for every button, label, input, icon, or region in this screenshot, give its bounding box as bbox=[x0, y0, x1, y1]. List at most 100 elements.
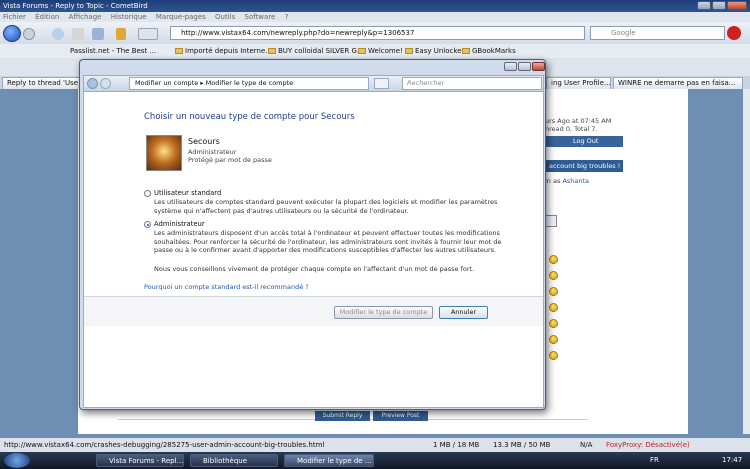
search-box[interactable]: Google bbox=[590, 26, 725, 40]
bookmark-label: Importé depuis Interne... bbox=[185, 47, 272, 55]
desc-line: Les utilisateurs de comptes standard peu… bbox=[154, 198, 498, 206]
private-messages-text: nread 0, Total 7. bbox=[545, 125, 598, 133]
menu-edit[interactable]: Édition bbox=[35, 13, 59, 21]
smiley-icon[interactable] bbox=[549, 351, 558, 360]
start-button[interactable] bbox=[4, 453, 30, 468]
reload-icon[interactable] bbox=[52, 28, 64, 40]
logout-link[interactable]: Log Out bbox=[545, 136, 623, 147]
addon-toolbar-icon[interactable] bbox=[138, 28, 158, 40]
taskbar-item-control-panel[interactable]: Modifier le type de ... bbox=[284, 454, 374, 467]
taskbar-item-library[interactable]: Bibliothèque bbox=[190, 454, 278, 467]
desc-line: Les administrateurs disposent d'un accès… bbox=[154, 229, 500, 237]
clock: 17:47 bbox=[722, 456, 743, 464]
login-user[interactable]: Ashanta bbox=[562, 177, 589, 185]
dialog-breadcrumb[interactable]: Modifier un compte ▸ Modifier le type de… bbox=[129, 77, 369, 90]
minimize-button[interactable] bbox=[697, 1, 711, 10]
search-placeholder: Google bbox=[611, 29, 636, 37]
refresh-icon[interactable] bbox=[374, 78, 389, 89]
folder-icon bbox=[175, 48, 183, 54]
change-account-type-button[interactable]: Modifier le type de compte bbox=[334, 306, 433, 319]
tab-label: ing User Profile... bbox=[551, 79, 611, 87]
bookmark-6[interactable]: GBookMarks bbox=[462, 44, 516, 58]
option-admin-label[interactable]: Administrateur bbox=[154, 220, 205, 228]
home-icon[interactable] bbox=[92, 28, 104, 40]
folder-icon bbox=[358, 48, 366, 54]
close-button[interactable] bbox=[727, 1, 747, 10]
last-visit-text: urs Ago at 07:45 AM bbox=[545, 117, 612, 125]
smiley-icon[interactable] bbox=[549, 255, 558, 264]
taskbar-item-browser[interactable]: Vista Forums - Repl... bbox=[96, 454, 184, 467]
back-icon[interactable] bbox=[87, 78, 98, 89]
breadcrumb-current[interactable]: Modifier le type de compte bbox=[206, 79, 294, 87]
bookmark-label: Easy Unlocker bbox=[415, 47, 465, 55]
preview-post-button[interactable]: Preview Post bbox=[373, 411, 428, 421]
dialog-maximize-button[interactable] bbox=[518, 62, 531, 71]
tab-user-profile[interactable]: ing User Profile... bbox=[546, 77, 611, 89]
option-admin-desc: Les administrateurs disposent d'un accès… bbox=[154, 229, 501, 255]
maximize-button[interactable] bbox=[712, 1, 726, 10]
menu-software[interactable]: Software bbox=[245, 13, 276, 21]
tab-winre[interactable]: WINRE ne demarre pas en faisa... bbox=[613, 77, 743, 89]
option-standard-label[interactable]: Utilisateur standard bbox=[154, 189, 221, 197]
bookmark-label: GBookMarks bbox=[472, 47, 516, 55]
task-label: Modifier le type de ... bbox=[297, 457, 372, 465]
menu-file[interactable]: Fichier bbox=[3, 13, 26, 21]
breadcrumb-root[interactable]: Modifier un compte bbox=[135, 79, 198, 87]
menu-tools[interactable]: Outils bbox=[215, 13, 235, 21]
smiley-icon[interactable] bbox=[549, 335, 558, 344]
bookmark-label: Passlist.net - The Best ... bbox=[70, 47, 157, 55]
foxyproxy-status[interactable]: FoxyProxy: Désactivé(e) bbox=[606, 438, 690, 452]
submit-reply-button[interactable]: Submit Reply bbox=[315, 411, 370, 421]
dialog-content: Choisir un nouveau type de compte pour S… bbox=[83, 92, 544, 408]
bookmark-label: BUY colloidal SILVER G... bbox=[278, 47, 364, 55]
address-url: http://www.vistax64.com/newreply.php?do=… bbox=[181, 29, 415, 37]
language-indicator[interactable]: FR bbox=[650, 452, 659, 469]
back-button[interactable] bbox=[3, 25, 21, 42]
smiley-icon[interactable] bbox=[549, 303, 558, 312]
dialog-address-bar: Modifier un compte ▸ Modifier le type de… bbox=[83, 75, 544, 92]
radio-standard[interactable] bbox=[144, 190, 151, 197]
bookmark-1[interactable]: Passlist.net - The Best ... bbox=[70, 44, 156, 58]
memory-stat-2: 13.3 MB / 50 MB bbox=[493, 441, 551, 449]
address-bar[interactable]: http://www.vistax64.com/newreply.php?do=… bbox=[170, 26, 585, 40]
menu-help[interactable]: ? bbox=[285, 13, 289, 21]
why-standard-link[interactable]: Pourquoi un compte standard est-il recom… bbox=[144, 283, 309, 291]
stop-icon[interactable] bbox=[72, 28, 84, 40]
cancel-button[interactable]: Annuler bbox=[439, 306, 488, 319]
menu-bookmarks[interactable]: Marque-pages bbox=[156, 13, 206, 21]
smiley-icon[interactable] bbox=[549, 271, 558, 280]
bookmark-3[interactable]: BUY colloidal SILVER G... bbox=[268, 44, 364, 58]
bookmark-label: Welcome! bbox=[368, 47, 403, 55]
search-placeholder: Rechercher bbox=[407, 79, 445, 87]
smiley-icon[interactable] bbox=[549, 319, 558, 328]
page-scrollbar[interactable] bbox=[743, 89, 750, 434]
editor-toggle-icon[interactable] bbox=[545, 215, 557, 227]
menu-view[interactable]: Affichage bbox=[69, 13, 102, 21]
account-type-dialog: Modifier un compte ▸ Modifier le type de… bbox=[79, 59, 546, 410]
menu-history[interactable]: Historique bbox=[111, 13, 147, 21]
radio-administrator[interactable] bbox=[144, 221, 151, 228]
dialog-minimize-button[interactable] bbox=[504, 62, 517, 71]
smiley-icon[interactable] bbox=[549, 287, 558, 296]
tab-reply[interactable]: Reply to thread 'Use bbox=[2, 77, 80, 89]
dialog-search-box[interactable]: Rechercher bbox=[402, 77, 542, 90]
forward-icon[interactable] bbox=[100, 78, 111, 89]
account-protection: Protégé par mot de passe bbox=[188, 156, 272, 164]
desc-line: passe ou à le confirmer avant d'apporter… bbox=[154, 246, 497, 254]
bookmark-4[interactable]: Welcome! bbox=[358, 44, 403, 58]
bookmark-2[interactable]: Importé depuis Interne... bbox=[175, 44, 272, 58]
bookmark-5[interactable]: Easy Unlocker bbox=[405, 44, 464, 58]
taskbar: Vista Forums - Repl... Bibliothèque Modi… bbox=[0, 452, 750, 469]
option-standard-desc: Les utilisateurs de comptes standard peu… bbox=[154, 198, 497, 215]
account-name: Secours bbox=[188, 137, 220, 146]
user-avatar bbox=[146, 135, 182, 171]
forward-button[interactable] bbox=[23, 28, 35, 40]
adblock-icon[interactable] bbox=[727, 26, 741, 40]
rss-icon[interactable] bbox=[116, 28, 126, 40]
task-label: Vista Forums - Repl... bbox=[109, 457, 184, 465]
status-bar: http://www.vistax64.com/crashes-debuggin… bbox=[0, 438, 750, 452]
title-bar: Vista Forums - Reply to Topic - CometBir… bbox=[0, 0, 750, 12]
dialog-close-button[interactable] bbox=[532, 62, 545, 71]
dialog-footer: Modifier le type de compte Annuler bbox=[84, 296, 543, 326]
memory-stat: 1 MB / 18 MB bbox=[433, 441, 480, 449]
